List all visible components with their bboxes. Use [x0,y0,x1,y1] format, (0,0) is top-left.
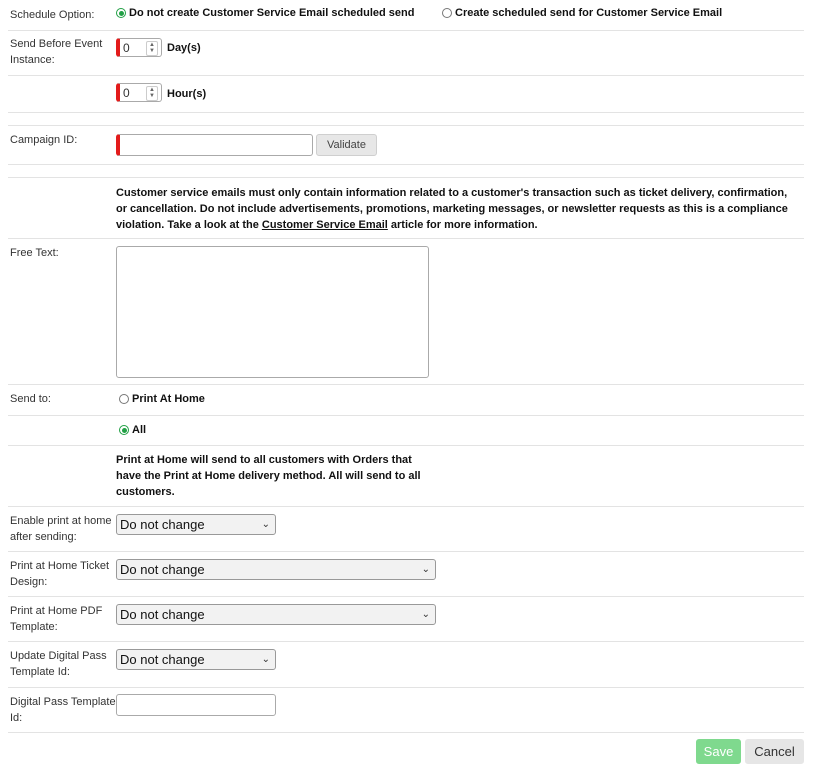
pdf-template-select[interactable]: Do not change ⌄ [116,604,436,625]
divider [8,687,804,688]
stepper-arrows-icon[interactable]: ▲ ▼ [146,41,158,56]
divider [8,732,804,733]
free-text-label: Free Text: [10,247,59,259]
divider [8,30,804,31]
stepper-arrows-icon[interactable]: ▲ ▼ [146,86,158,101]
send-to-description: Print at Home will send to all customers… [116,454,421,498]
send-to-label: Send to: [10,393,51,405]
send-to-print-at-home[interactable]: Print At Home [119,393,205,405]
chevron-down-icon: ⌄ [261,654,270,665]
divider [8,238,804,239]
divider [8,112,804,113]
hours-stepper[interactable]: 0 ▲ ▼ [116,83,162,102]
divider [8,551,804,552]
digital-pass-label: Update Digital Pass Template Id: [10,650,107,678]
ticket-design-label: Print at Home Ticket Design: [10,560,110,588]
divider [8,596,804,597]
validate-button[interactable]: Validate [316,134,377,156]
save-button[interactable]: Save [696,739,741,764]
divider [8,506,804,507]
hours-unit: Hour(s) [167,88,207,100]
divider [8,164,804,165]
campaign-id-label: Campaign ID: [10,134,78,146]
divider [8,384,804,385]
compliance-notice: Customer service emails must only contai… [116,187,788,231]
schedule-option-row: Schedule Option: Do not create Customer … [8,0,804,30]
schedule-option-yes[interactable]: Create scheduled send for Customer Servi… [442,7,722,19]
days-unit: Day(s) [167,42,201,54]
radio-icon[interactable] [119,394,129,405]
digital-pass-id-label: Digital Pass Template Id: [10,696,116,724]
days-stepper[interactable]: 0 ▲ ▼ [116,38,162,57]
schedule-option-no[interactable]: Do not create Customer Service Email sch… [116,7,414,19]
enable-print-label: Enable print at home after sending: [10,515,112,543]
campaign-id-input[interactable] [116,134,313,156]
pdf-template-label: Print at Home PDF Template: [10,605,103,633]
ticket-design-select[interactable]: Do not change ⌄ [116,559,436,580]
divider [8,641,804,642]
digital-pass-id-input[interactable] [116,694,276,716]
divider [8,177,804,178]
free-text-area[interactable] [116,246,429,378]
schedule-option-label: Schedule Option: [10,9,95,21]
divider [8,75,804,76]
divider [8,415,804,416]
cancel-button[interactable]: Cancel [745,739,804,764]
digital-pass-select[interactable]: Do not change ⌄ [116,649,276,670]
chevron-down-icon: ⌄ [421,564,430,575]
chevron-down-icon: ⌄ [261,519,270,530]
divider [8,125,804,126]
enable-print-select[interactable]: Do not change ⌄ [116,514,276,535]
divider [8,445,804,446]
chevron-down-icon: ⌄ [421,609,430,620]
send-before-label: Send Before Event Instance: [10,38,103,66]
radio-selected-icon[interactable] [119,425,129,436]
send-to-all[interactable]: All [119,424,146,436]
radio-selected-icon[interactable] [116,8,126,19]
customer-service-email-link[interactable]: Customer Service Email [262,219,388,231]
radio-icon[interactable] [442,8,452,19]
